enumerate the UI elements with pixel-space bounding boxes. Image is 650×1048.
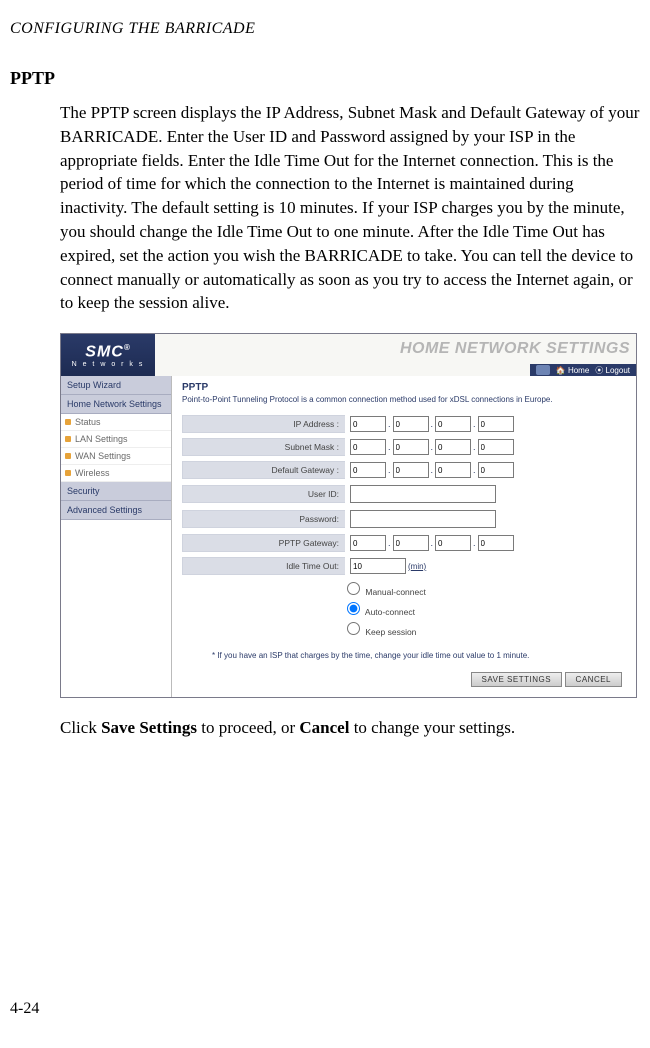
globe-icon (536, 365, 550, 375)
subnet-octet-1[interactable] (350, 439, 386, 455)
sidebar-item-home-network[interactable]: Home Network Settings (61, 395, 171, 414)
gw-octet-1[interactable] (350, 462, 386, 478)
sidebar: Setup Wizard Home Network Settings Statu… (61, 376, 172, 697)
ip-octet-1[interactable] (350, 416, 386, 432)
radio-keep[interactable] (347, 622, 360, 635)
router-screenshot: SMC® N e t w o r k s HOME NETWORK SETTIN… (60, 333, 637, 698)
sidebar-item-wan[interactable]: WAN Settings (61, 448, 171, 465)
pptpgw-octet-1[interactable] (350, 535, 386, 551)
sidebar-item-wireless[interactable]: Wireless (61, 465, 171, 482)
label-pptp-gateway: PPTP Gateway: (182, 534, 345, 552)
userid-field[interactable] (350, 485, 496, 503)
home-link[interactable]: 🏠 Home (556, 366, 590, 375)
password-field[interactable] (350, 510, 496, 528)
subnet-octet-3[interactable] (435, 439, 471, 455)
radio-manual[interactable] (347, 582, 360, 595)
ip-octet-4[interactable] (478, 416, 514, 432)
label-gateway: Default Gateway : (182, 461, 345, 479)
intro-paragraph: The PPTP screen displays the IP Address,… (60, 101, 640, 315)
pptpgw-octet-4[interactable] (478, 535, 514, 551)
ip-octet-2[interactable] (393, 416, 429, 432)
label-password: Password: (182, 510, 345, 528)
label-ip: IP Address : (182, 415, 345, 433)
content-panel: PPTP Point-to-Point Tunneling Protocol i… (172, 376, 636, 697)
content-title: PPTP (182, 382, 626, 393)
sidebar-item-setup-wizard[interactable]: Setup Wizard (61, 376, 171, 395)
label-idle: Idle Time Out: (182, 557, 345, 575)
ip-octet-3[interactable] (435, 416, 471, 432)
gw-octet-3[interactable] (435, 462, 471, 478)
radio-auto[interactable] (347, 602, 360, 615)
subnet-octet-2[interactable] (393, 439, 429, 455)
pptpgw-octet-2[interactable] (393, 535, 429, 551)
label-subnet: Subnet Mask : (182, 438, 345, 456)
save-settings-button[interactable]: SAVE SETTINGS (471, 672, 562, 687)
section-heading: PPTP (10, 68, 640, 89)
subnet-octet-4[interactable] (478, 439, 514, 455)
closing-paragraph: Click Save Settings to proceed, or Cance… (60, 716, 640, 740)
hint-text: * If you have an ISP that charges by the… (212, 651, 626, 660)
content-description: Point-to-Point Tunneling Protocol is a c… (182, 395, 626, 404)
sidebar-item-advanced[interactable]: Advanced Settings (61, 501, 171, 520)
cancel-button[interactable]: CANCEL (565, 672, 622, 687)
sidebar-item-lan[interactable]: LAN Settings (61, 431, 171, 448)
idle-timeout-field[interactable] (350, 558, 406, 574)
connect-mode-radios: Manual-connect Auto-connect Keep session (182, 579, 626, 639)
pptpgw-octet-3[interactable] (435, 535, 471, 551)
brand-logo: SMC® N e t w o r k s (61, 334, 155, 376)
banner-title: HOME NETWORK SETTINGS (400, 340, 630, 358)
top-nav-bar: 🏠 Home ⦿ Logout (530, 364, 636, 376)
gw-octet-4[interactable] (478, 462, 514, 478)
idle-unit: (min) (408, 562, 426, 571)
sidebar-item-security[interactable]: Security (61, 482, 171, 501)
sidebar-item-status[interactable]: Status (61, 414, 171, 431)
gw-octet-2[interactable] (393, 462, 429, 478)
running-header: CONFIGURING THE BARRICADE (10, 20, 640, 38)
logout-link[interactable]: ⦿ Logout (595, 365, 630, 376)
label-userid: User ID: (182, 485, 345, 503)
page-number: 4-24 (10, 1000, 39, 1018)
